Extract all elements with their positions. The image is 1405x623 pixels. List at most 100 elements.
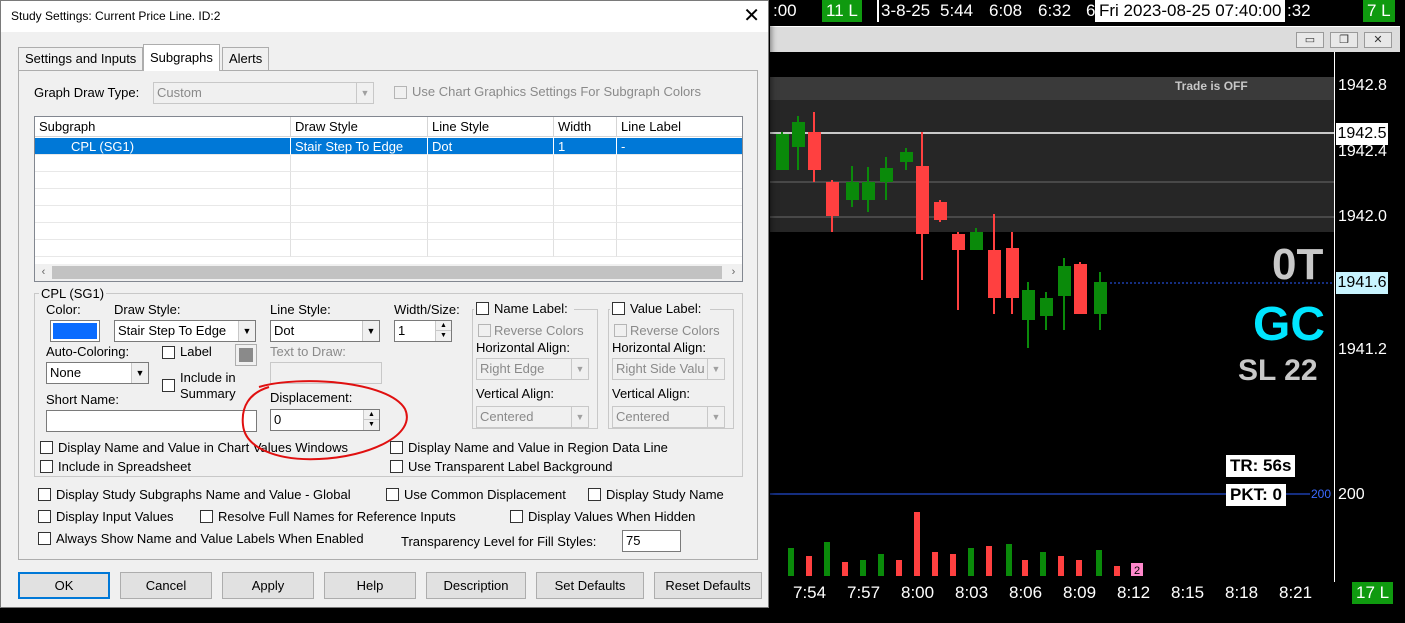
grid-cell (617, 223, 742, 240)
value-vert-align-value: Centered (616, 409, 670, 424)
grid-header-draw-style[interactable]: Draw Style (291, 117, 428, 137)
grid-cell-draw-style: Stair Step To Edge (291, 138, 428, 155)
transparency-label: Transparency Level for Fill Styles: (401, 534, 597, 549)
value-vert-align-select[interactable]: Centered ▼ (612, 406, 725, 428)
volume-bar (968, 548, 974, 576)
grid-header-width[interactable]: Width (554, 117, 617, 137)
name-vert-align-select[interactable]: Centered ▼ (476, 406, 589, 428)
reset-defaults-button[interactable]: Reset Defaults (654, 572, 762, 599)
volume-bar (1114, 566, 1120, 576)
name-horiz-align-select[interactable]: Right Edge ▼ (476, 358, 589, 380)
always-show-name-value-checkbox[interactable] (38, 532, 51, 545)
draw-style-value: Stair Step To Edge (118, 323, 227, 338)
close-icon[interactable]: ✕ (1364, 32, 1392, 48)
table-row[interactable]: CPL (SG1) Stair Step To Edge Dot 1 - (35, 138, 742, 155)
grid-header-subgraph[interactable]: Subgraph (35, 117, 291, 137)
restore-icon[interactable]: ❐ (1330, 32, 1358, 48)
cancel-button[interactable]: Cancel (120, 572, 212, 599)
scroll-left-icon[interactable]: ‹ (35, 264, 52, 281)
grid-cell (291, 206, 428, 223)
help-button[interactable]: Help (324, 572, 416, 599)
use-common-displacement-checkbox[interactable] (386, 488, 399, 501)
description-button[interactable]: Description (426, 572, 526, 599)
price-highlight-box: 1941.6 (1336, 272, 1388, 294)
table-row[interactable] (35, 240, 742, 257)
name-reverse-colors-checkbox[interactable] (478, 324, 491, 337)
chevron-down-icon: ▼ (571, 407, 588, 427)
candle-body (1074, 264, 1087, 314)
table-row[interactable] (35, 155, 742, 172)
table-row[interactable] (35, 206, 742, 223)
include-summary-checkbox[interactable] (162, 379, 175, 392)
text-to-draw-label: Text to Draw: (270, 344, 346, 359)
time-tick: 8:00 (901, 583, 935, 602)
color-swatch[interactable] (50, 320, 100, 342)
dialog-title: Study Settings: Current Price Line. ID:2 (11, 9, 221, 23)
width-size-stepper[interactable]: ▲ ▼ (435, 321, 451, 341)
table-row[interactable] (35, 172, 742, 189)
top-datetime: Fri 2023-08-25 07:40:00 (1095, 0, 1286, 22)
transparency-input[interactable]: 75 (622, 530, 681, 552)
grid-header-line-style[interactable]: Line Style (428, 117, 554, 137)
value-label-checkbox[interactable] (612, 302, 625, 315)
label-color-fill (239, 348, 253, 362)
grid-header-line-label[interactable]: Line Label (617, 117, 742, 137)
close-icon[interactable]: ✕ (743, 5, 760, 27)
grid-cell (554, 172, 617, 189)
spin-up-icon[interactable]: ▲ (436, 321, 451, 331)
chart-titlebar[interactable]: ▭ ❐ ✕ (770, 26, 1400, 52)
horizontal-scrollbar[interactable]: ‹ › (35, 264, 742, 281)
ok-button[interactable]: OK (18, 572, 110, 599)
value-label-header: Value Label: (610, 301, 710, 317)
grid-cell (35, 155, 291, 172)
tab-settings-and-inputs[interactable]: Settings and Inputs (18, 47, 144, 70)
use-chart-graphics-checkbox[interactable] (394, 86, 407, 99)
volume-bar (1022, 560, 1028, 576)
tr-box: TR: 56s (1226, 455, 1296, 477)
resolve-full-names-checkbox[interactable] (200, 510, 213, 523)
line-style-select[interactable]: Dot ▼ (270, 320, 380, 342)
auto-coloring-select[interactable]: None ▼ (46, 362, 149, 384)
annotation-circle (241, 380, 408, 461)
label-color-button[interactable] (235, 344, 257, 366)
display-input-values-label: Display Input Values (56, 509, 174, 524)
volume-bar (1040, 552, 1046, 576)
volume-bar (842, 562, 848, 576)
name-vert-align-label: Vertical Align: (476, 386, 555, 401)
time-tick: 8:15 (1171, 583, 1205, 602)
display-input-values-checkbox[interactable] (38, 510, 51, 523)
scroll-right-icon[interactable]: › (725, 264, 742, 281)
name-label-checkbox[interactable] (476, 302, 489, 315)
display-study-name-label: Display Study Name (606, 487, 724, 502)
minimize-icon[interactable]: ▭ (1296, 32, 1324, 48)
tab-subgraphs[interactable]: Subgraphs (143, 44, 220, 71)
tab-alerts[interactable]: Alerts (222, 47, 270, 70)
subgraph-grid[interactable]: Subgraph Draw Style Line Style Width Lin… (34, 116, 743, 282)
include-spreadsheet-checkbox[interactable] (40, 460, 53, 473)
grid-cell (291, 172, 428, 189)
table-row[interactable] (35, 189, 742, 206)
label-checkbox[interactable] (162, 346, 175, 359)
spin-down-icon[interactable]: ▼ (436, 331, 451, 341)
display-name-value-chart-checkbox[interactable] (40, 441, 53, 454)
display-subgraphs-global-checkbox[interactable] (38, 488, 51, 501)
short-name-input[interactable] (46, 410, 257, 432)
display-study-name-checkbox[interactable] (588, 488, 601, 501)
chevron-down-icon: ▼ (362, 321, 379, 341)
value-horiz-align-select[interactable]: Right Side Valu ▼ (612, 358, 725, 380)
table-row[interactable] (35, 223, 742, 240)
grid-cell (554, 240, 617, 257)
width-size-input[interactable]: 1 ▲ ▼ (394, 320, 452, 342)
candle-body (952, 234, 965, 250)
scroll-thumb[interactable] (52, 266, 722, 279)
top-time-partial: :00 (773, 1, 797, 20)
draw-style-select[interactable]: Stair Step To Edge ▼ (114, 320, 256, 342)
candle-body (808, 132, 821, 170)
display-values-hidden-checkbox[interactable] (510, 510, 523, 523)
graph-draw-type-select[interactable]: Custom ▼ (153, 82, 374, 104)
dialog-titlebar[interactable]: Study Settings: Current Price Line. ID:2… (1, 1, 768, 32)
value-reverse-colors-checkbox[interactable] (614, 324, 627, 337)
color-label: Color: (46, 302, 81, 317)
set-defaults-button[interactable]: Set Defaults (536, 572, 644, 599)
apply-button[interactable]: Apply (222, 572, 314, 599)
